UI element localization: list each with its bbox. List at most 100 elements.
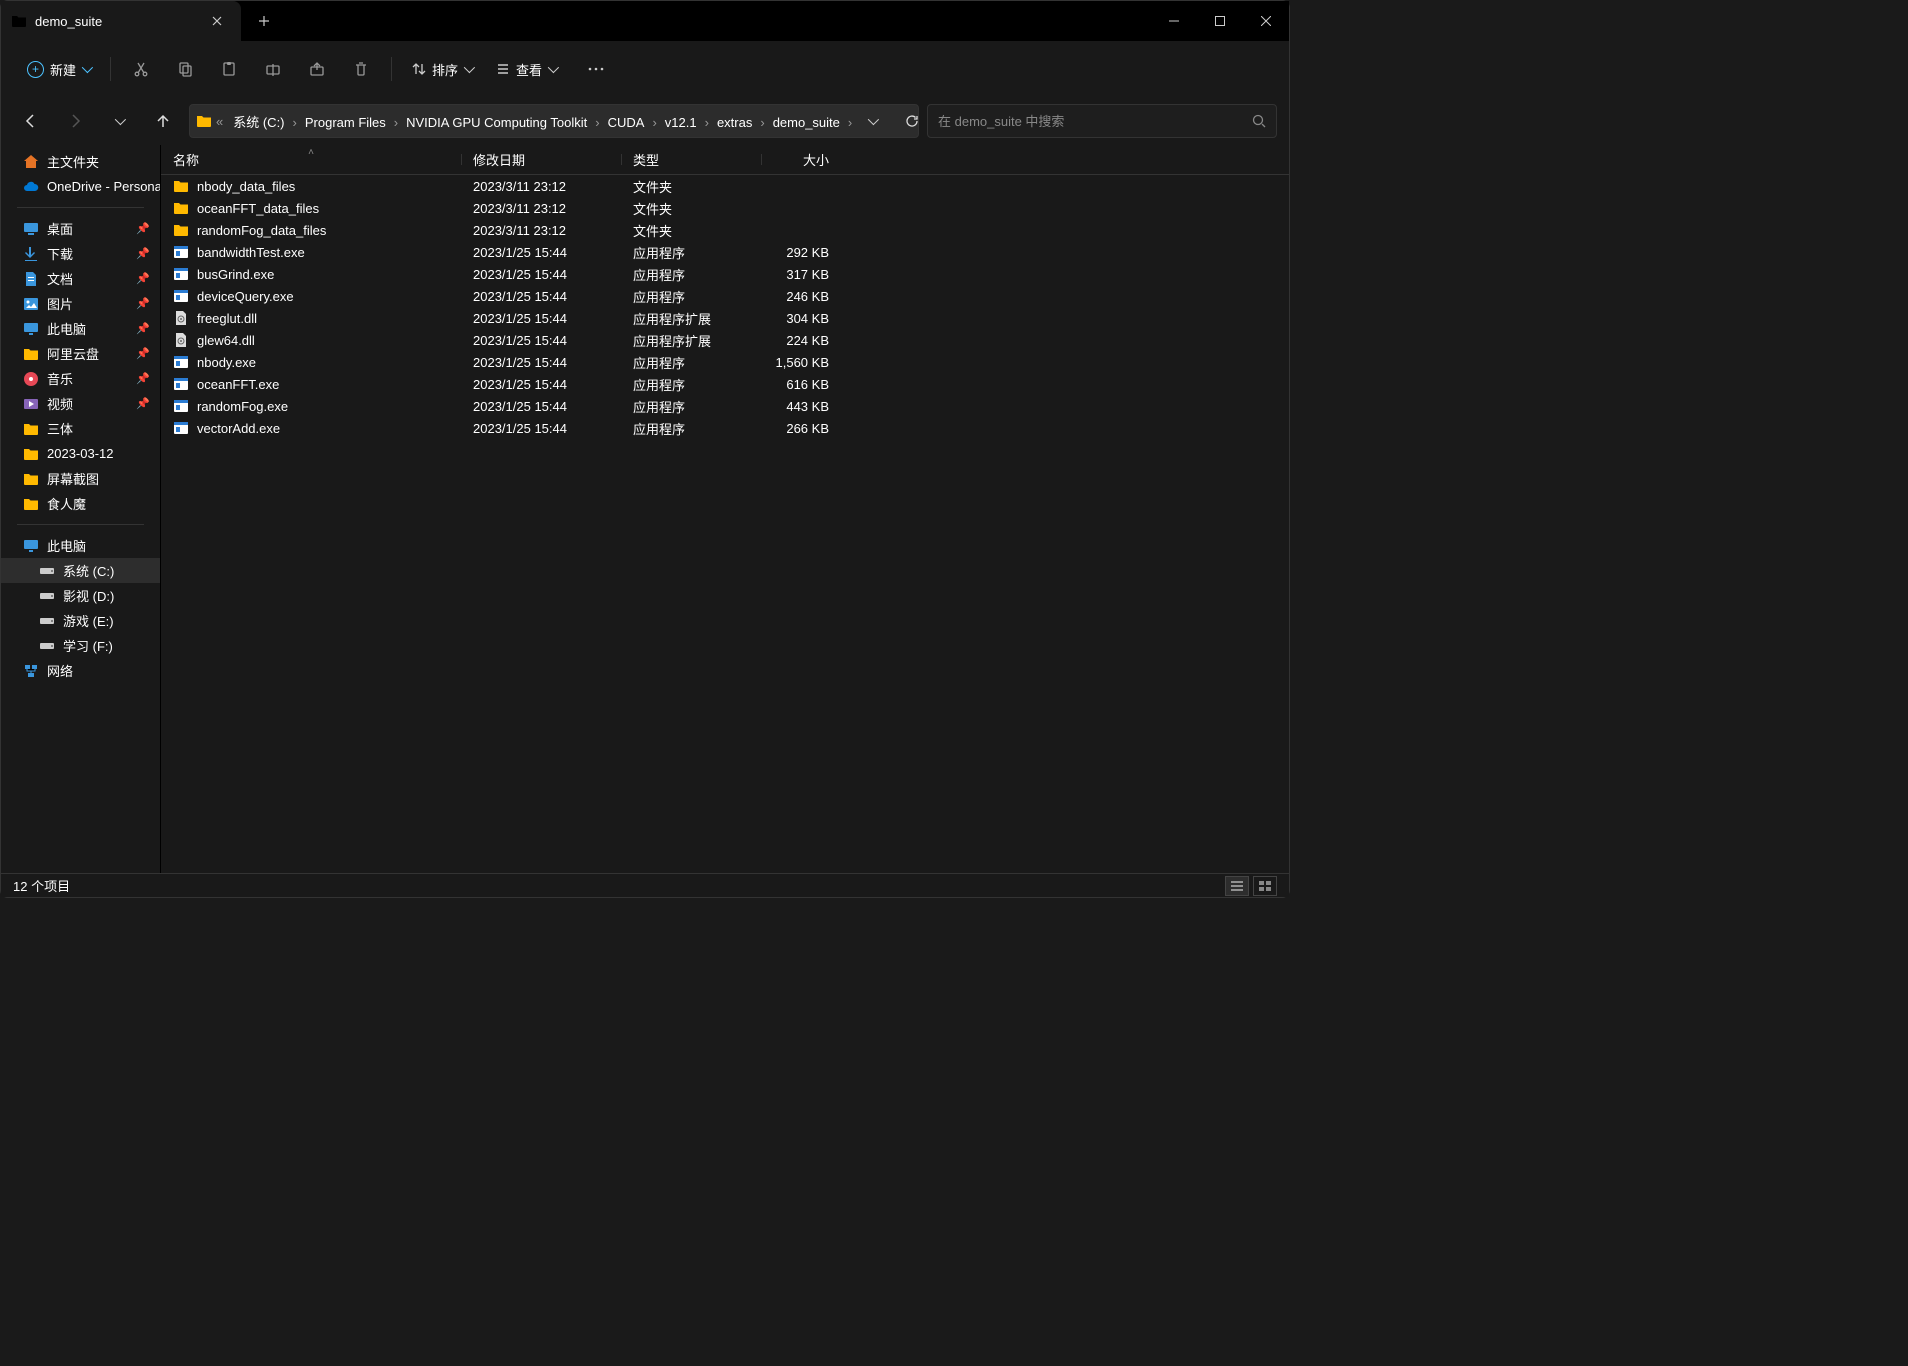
- file-type: 应用程序: [621, 419, 761, 438]
- file-date: 2023/1/25 15:44: [461, 377, 621, 392]
- column-type[interactable]: 类型: [621, 150, 761, 169]
- sidebar-item[interactable]: 影视 (D:): [1, 583, 160, 608]
- sidebar-item[interactable]: 游戏 (E:): [1, 608, 160, 633]
- file-row[interactable]: oceanFFT.exe2023/1/25 15:44应用程序616 KB: [161, 373, 1289, 395]
- delete-button[interactable]: [341, 51, 381, 87]
- sidebar-item[interactable]: 屏幕截图: [1, 466, 160, 491]
- tab-close-button[interactable]: [203, 7, 231, 35]
- paste-button[interactable]: [209, 51, 249, 87]
- pin-icon: 📌: [136, 347, 150, 360]
- column-date[interactable]: 修改日期: [461, 150, 621, 169]
- view-button[interactable]: 查看: [486, 51, 566, 87]
- file-name: vectorAdd.exe: [197, 421, 280, 436]
- chevron-right-icon[interactable]: ›: [758, 115, 766, 130]
- file-row[interactable]: nbody_data_files2023/3/11 23:12文件夹: [161, 175, 1289, 197]
- sidebar-item[interactable]: 文档📌: [1, 266, 160, 291]
- column-size[interactable]: 大小: [761, 150, 841, 169]
- sidebar-item[interactable]: 系统 (C:): [1, 558, 160, 583]
- file-row[interactable]: nbody.exe2023/1/25 15:44应用程序1,560 KB: [161, 351, 1289, 373]
- sort-indicator-icon: ˄: [308, 147, 314, 158]
- chevron-right-icon[interactable]: ›: [650, 115, 658, 130]
- recent-button[interactable]: [101, 103, 137, 139]
- titlebar-drag-area[interactable]: [286, 1, 1151, 41]
- column-name[interactable]: 名称 ˄: [161, 150, 461, 169]
- tab-current[interactable]: demo_suite: [1, 1, 241, 41]
- chevron-right-icon[interactable]: ›: [593, 115, 601, 130]
- file-size: 292 KB: [761, 245, 841, 260]
- breadcrumb-segment[interactable]: extras: [711, 112, 758, 133]
- sidebar-item[interactable]: 桌面📌: [1, 216, 160, 241]
- file-row[interactable]: randomFog.exe2023/1/25 15:44应用程序443 KB: [161, 395, 1289, 417]
- close-window-button[interactable]: [1243, 1, 1289, 41]
- rename-button[interactable]: [253, 51, 293, 87]
- sidebar-item[interactable]: 图片📌: [1, 291, 160, 316]
- sidebar-item[interactable]: OneDrive - Personal: [1, 174, 160, 199]
- breadcrumb-overflow[interactable]: «: [214, 114, 225, 129]
- file-list[interactable]: nbody_data_files2023/3/11 23:12文件夹oceanF…: [161, 175, 1289, 873]
- sidebar-item[interactable]: 网络: [1, 658, 160, 683]
- sidebar-item[interactable]: 音乐📌: [1, 366, 160, 391]
- sidebar-item-label: 桌面: [47, 219, 73, 238]
- sidebar-item[interactable]: 此电脑📌: [1, 316, 160, 341]
- breadcrumb-segment[interactable]: demo_suite: [767, 112, 846, 133]
- search-box[interactable]: [927, 104, 1277, 138]
- sidebar-item-label: 影视 (D:): [63, 586, 114, 605]
- address-bar[interactable]: « 系统 (C:)›Program Files›NVIDIA GPU Compu…: [189, 104, 919, 138]
- sidebar-item[interactable]: 阿里云盘📌: [1, 341, 160, 366]
- sidebar-item[interactable]: 学习 (F:): [1, 633, 160, 658]
- back-button[interactable]: [13, 103, 49, 139]
- address-history-button[interactable]: [856, 105, 888, 137]
- new-button[interactable]: + 新建: [17, 51, 100, 87]
- new-tab-button[interactable]: [241, 1, 286, 41]
- sidebar-item[interactable]: 2023-03-12: [1, 441, 160, 466]
- breadcrumb-segment[interactable]: Program Files: [299, 112, 392, 133]
- chevron-right-icon[interactable]: ›: [392, 115, 400, 130]
- sidebar-item[interactable]: 下载📌: [1, 241, 160, 266]
- share-button[interactable]: [297, 51, 337, 87]
- sidebar-item[interactable]: 主文件夹: [1, 149, 160, 174]
- forward-button[interactable]: [57, 103, 93, 139]
- file-row[interactable]: busGrind.exe2023/1/25 15:44应用程序317 KB: [161, 263, 1289, 285]
- file-date: 2023/3/11 23:12: [461, 223, 621, 238]
- file-row[interactable]: oceanFFT_data_files2023/3/11 23:12文件夹: [161, 197, 1289, 219]
- up-button[interactable]: [145, 103, 181, 139]
- minimize-button[interactable]: [1151, 1, 1197, 41]
- chevron-right-icon[interactable]: ›: [703, 115, 711, 130]
- folder-icon: [23, 421, 39, 437]
- file-name: nbody_data_files: [197, 179, 295, 194]
- sidebar-item[interactable]: 视频📌: [1, 391, 160, 416]
- file-size: 1,560 KB: [761, 355, 841, 370]
- file-name: busGrind.exe: [197, 267, 274, 282]
- details-view-button[interactable]: [1225, 876, 1249, 896]
- sidebar-item[interactable]: 此电脑: [1, 533, 160, 558]
- file-row[interactable]: glew64.dll2023/1/25 15:44应用程序扩展224 KB: [161, 329, 1289, 351]
- drive-icon: [39, 638, 55, 654]
- drive-icon: [39, 563, 55, 579]
- more-button[interactable]: [576, 51, 616, 87]
- sidebar-item[interactable]: 食人魔: [1, 491, 160, 516]
- file-row[interactable]: randomFog_data_files2023/3/11 23:12文件夹: [161, 219, 1289, 241]
- file-row[interactable]: deviceQuery.exe2023/1/25 15:44应用程序246 KB: [161, 285, 1289, 307]
- maximize-button[interactable]: [1197, 1, 1243, 41]
- copy-button[interactable]: [165, 51, 205, 87]
- breadcrumb-segment[interactable]: v12.1: [659, 112, 703, 133]
- file-row[interactable]: freeglut.dll2023/1/25 15:44应用程序扩展304 KB: [161, 307, 1289, 329]
- sort-button[interactable]: 排序: [402, 51, 482, 87]
- sidebar-item[interactable]: 三体: [1, 416, 160, 441]
- file-row[interactable]: bandwidthTest.exe2023/1/25 15:44应用程序292 …: [161, 241, 1289, 263]
- status-item-count: 12 个项目: [13, 876, 70, 895]
- breadcrumb-segment[interactable]: NVIDIA GPU Computing Toolkit: [400, 112, 593, 133]
- file-name: randomFog.exe: [197, 399, 288, 414]
- window-controls: [1151, 1, 1289, 41]
- chevron-right-icon[interactable]: ›: [846, 115, 854, 130]
- file-date: 2023/1/25 15:44: [461, 399, 621, 414]
- breadcrumb-segment[interactable]: 系统 (C:): [227, 112, 290, 133]
- chevron-right-icon[interactable]: ›: [291, 115, 299, 130]
- breadcrumb-segment[interactable]: CUDA: [602, 112, 651, 133]
- search-input[interactable]: [938, 114, 1252, 129]
- list-icon: [496, 62, 510, 76]
- file-row[interactable]: vectorAdd.exe2023/1/25 15:44应用程序266 KB: [161, 417, 1289, 439]
- refresh-button[interactable]: [896, 105, 919, 137]
- cut-button[interactable]: [121, 51, 161, 87]
- thumbnails-view-button[interactable]: [1253, 876, 1277, 896]
